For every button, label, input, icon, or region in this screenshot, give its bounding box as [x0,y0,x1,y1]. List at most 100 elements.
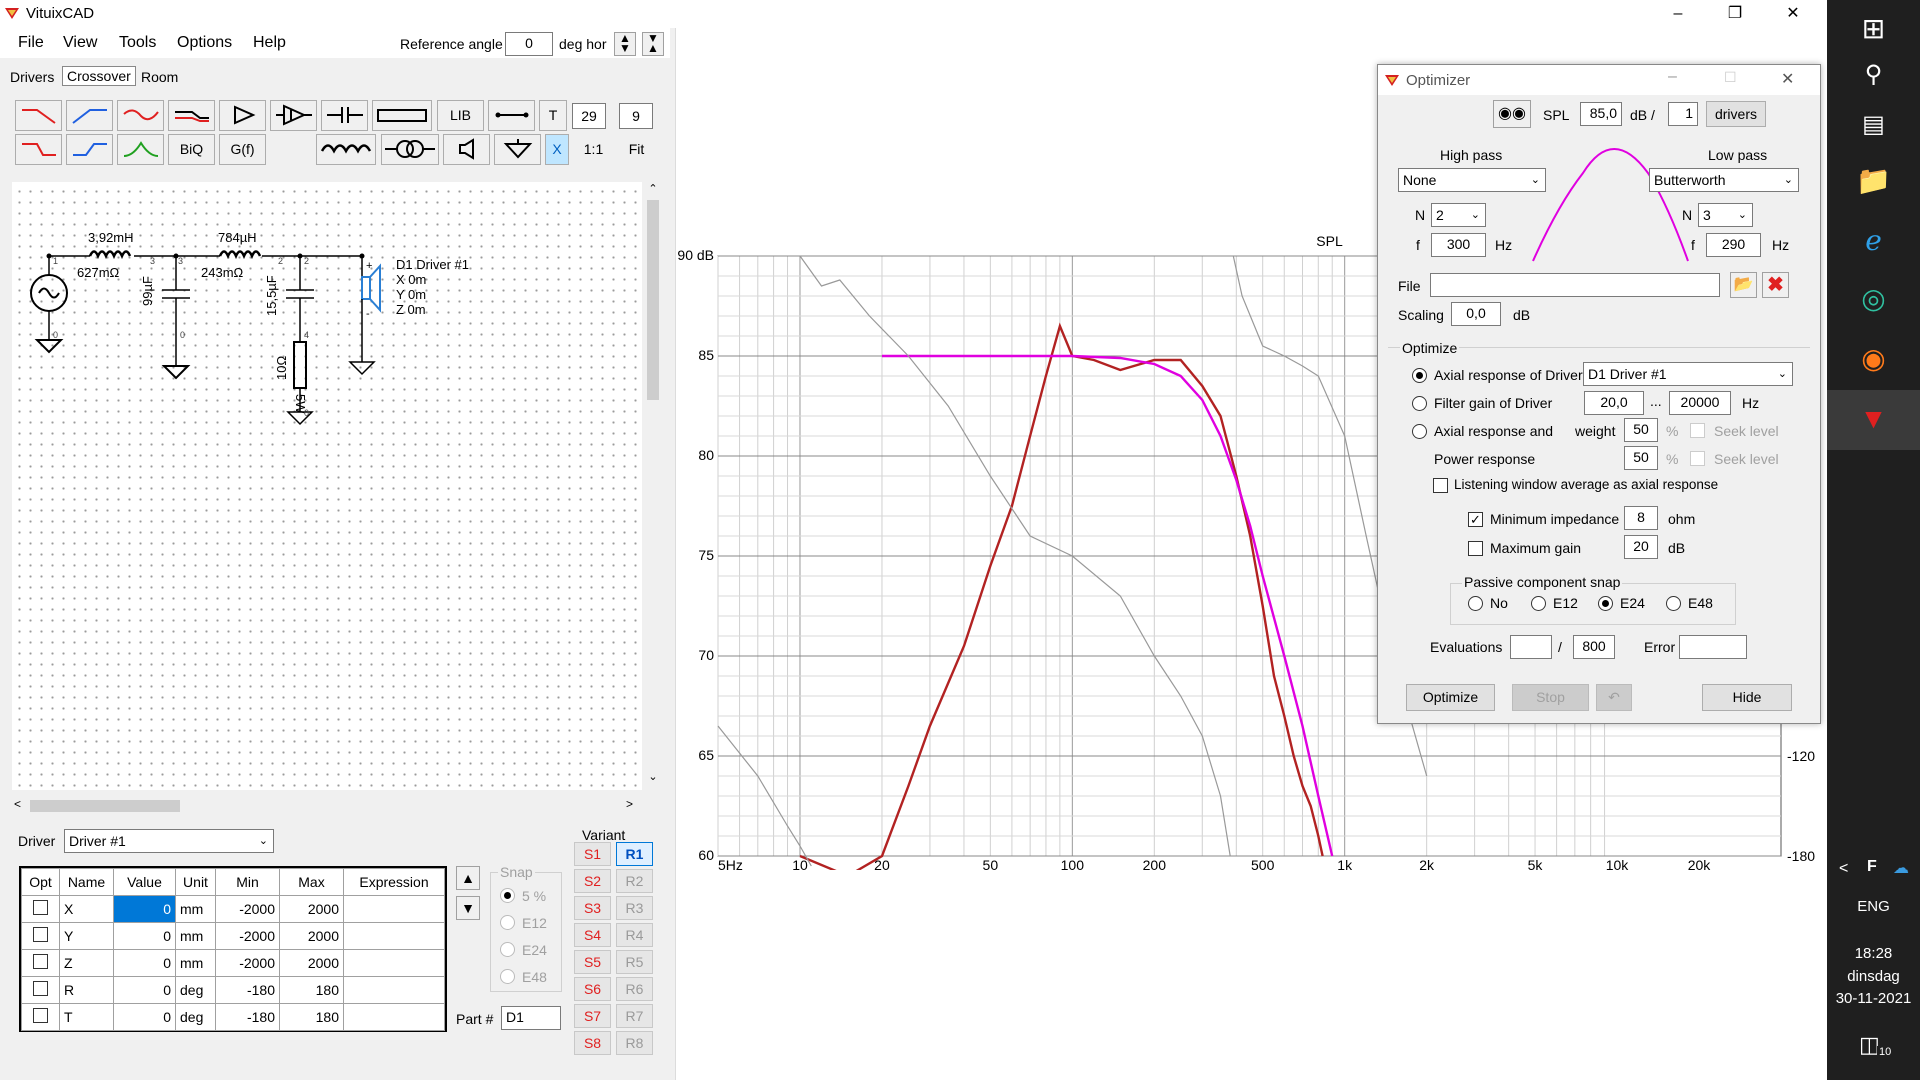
opt-checkbox[interactable] [33,1008,48,1023]
param-max[interactable]: 2000 [279,922,344,950]
lowpass-type-select[interactable]: Butterworth ⌄ [1649,168,1799,192]
menu-file[interactable]: File [18,34,44,52]
resistor-r1[interactable] [293,341,307,389]
param-max[interactable]: 180 [279,976,344,1004]
notch-red-icon[interactable] [117,100,164,131]
vertical-scrollbar[interactable]: ⌃ ⌄ [644,182,662,790]
inductor-l1[interactable] [88,250,132,260]
grid-size-input[interactable]: 29 [572,103,606,129]
hp-freq-input[interactable]: 300 [1431,233,1486,257]
axial-driver-select[interactable]: D1 Driver #1 ⌄ [1583,362,1793,386]
minimize-icon[interactable]: – [1668,4,1688,24]
variant-r5-button[interactable]: R5 [616,950,653,974]
edge-icon[interactable]: ◎ [1827,270,1920,328]
listening-window-checkbox[interactable] [1433,478,1448,493]
zoom-1to1-button[interactable]: 1:1 [575,134,612,165]
reference-angle-input[interactable]: 0 [505,32,553,56]
menu-help[interactable]: Help [253,34,286,52]
shelf-filter-icon[interactable] [168,100,215,131]
tab-crossover[interactable]: Crossover [62,66,136,86]
clock-day[interactable]: dinsdag [1827,968,1920,985]
folder-open-icon[interactable]: 📂 [1730,272,1757,298]
weight-power-input[interactable]: 50 [1624,446,1658,470]
scaling-input[interactable]: 0,0 [1451,302,1501,326]
cross-tool-button[interactable]: X [545,134,569,165]
font-size-input[interactable]: 9 [619,103,653,129]
scroll-right-icon[interactable]: > [626,797,633,811]
driver-d1[interactable] [361,276,371,300]
highpass-type-select[interactable]: None ⌄ [1398,168,1546,192]
tray-app-icon[interactable]: F [1867,858,1877,876]
undo-icon[interactable]: ↶ [1596,684,1632,711]
menu-options[interactable]: Options [177,34,232,52]
seek-level-axial-checkbox[interactable] [1690,423,1705,438]
maximize-icon[interactable]: ❐ [1725,4,1745,24]
move-down-icon[interactable]: ▼ [456,896,480,920]
variant-s5-button[interactable]: S5 [574,950,611,974]
opamp-icon[interactable] [270,100,317,131]
variant-s4-button[interactable]: S4 [574,923,611,947]
text-tool-button[interactable]: T [539,100,567,131]
scroll-up-icon[interactable]: ⌃ [644,182,662,195]
opt-checkbox[interactable] [33,927,48,942]
close-icon[interactable]: ✕ [1783,4,1803,24]
move-up-icon[interactable]: ▲ [456,866,480,890]
param-expression[interactable] [343,976,445,1004]
inductor-l2[interactable] [218,250,262,260]
variant-r2-button[interactable]: R2 [616,869,653,893]
param-value[interactable]: 0 [113,922,176,950]
variant-r4-button[interactable]: R4 [616,923,653,947]
hide-button[interactable]: Hide [1702,684,1792,711]
stop-button[interactable]: Stop [1512,684,1589,711]
param-expression[interactable] [343,949,445,977]
angle-reset-icon[interactable]: ▼ ▲ [642,32,664,56]
amplifier-icon[interactable] [219,100,266,131]
language-indicator[interactable]: ENG [1827,898,1920,915]
lp-freq-input[interactable]: 290 [1706,233,1761,257]
param-expression[interactable] [343,1003,445,1031]
scroll-left-icon[interactable]: < [14,797,21,811]
min-impedance-checkbox[interactable]: ✓ [1468,512,1483,527]
resistor-icon[interactable] [372,100,432,131]
transformer-icon[interactable] [381,134,439,165]
snap-no-radio[interactable] [1468,596,1483,611]
variant-s1-button[interactable]: S1 [574,842,611,866]
param-max[interactable]: 2000 [279,895,344,923]
part-input[interactable]: D1 [501,1006,561,1030]
opt-checkbox[interactable] [33,954,48,969]
opt-close-icon[interactable]: ✕ [1781,69,1794,89]
firefox-icon[interactable]: ◉ [1827,330,1920,388]
min-impedance-input[interactable]: 8 [1624,506,1658,530]
gf-button[interactable]: G(f) [219,134,266,165]
param-max[interactable]: 180 [279,1003,344,1031]
show-hidden-icons-icon[interactable]: < [1839,860,1848,878]
scroll-down-icon[interactable]: ⌄ [644,770,662,783]
opt-minimize-icon[interactable]: – [1668,68,1677,86]
menu-tools[interactable]: Tools [119,34,156,52]
max-gain-checkbox[interactable] [1468,541,1483,556]
variant-s6-button[interactable]: S6 [574,977,611,1001]
seek-level-power-checkbox[interactable] [1690,451,1705,466]
opt-checkbox[interactable] [33,900,48,915]
opt-checkbox[interactable] [33,981,48,996]
param-value[interactable]: 0 [113,895,176,923]
allpass-blue-icon[interactable] [66,134,113,165]
highpass-blue-icon[interactable] [66,100,113,131]
spl-target-input[interactable]: 85,0 [1580,102,1622,126]
angle-stepper-icon[interactable]: ▲ ▼ [614,32,636,56]
snap-e48-radio[interactable] [1666,596,1681,611]
zoom-fit-button[interactable]: Fit [618,134,655,165]
menu-view[interactable]: View [63,34,97,52]
snap-e12-radio[interactable] [1531,596,1546,611]
param-min[interactable]: -180 [215,976,280,1004]
tab-room[interactable]: Room [141,69,178,85]
drivers-count-input[interactable]: 1 [1668,102,1698,126]
vertical-scroll-thumb[interactable] [647,200,659,400]
evaluations-max-input[interactable]: 800 [1573,635,1615,659]
hp-order-select[interactable]: 2 ⌄ [1431,203,1486,227]
max-gain-input[interactable]: 20 [1624,535,1658,559]
inductor-icon[interactable] [316,134,376,165]
wire-icon[interactable] [488,100,535,131]
variant-s2-button[interactable]: S2 [574,869,611,893]
optimize-button[interactable]: Optimize [1406,684,1495,711]
